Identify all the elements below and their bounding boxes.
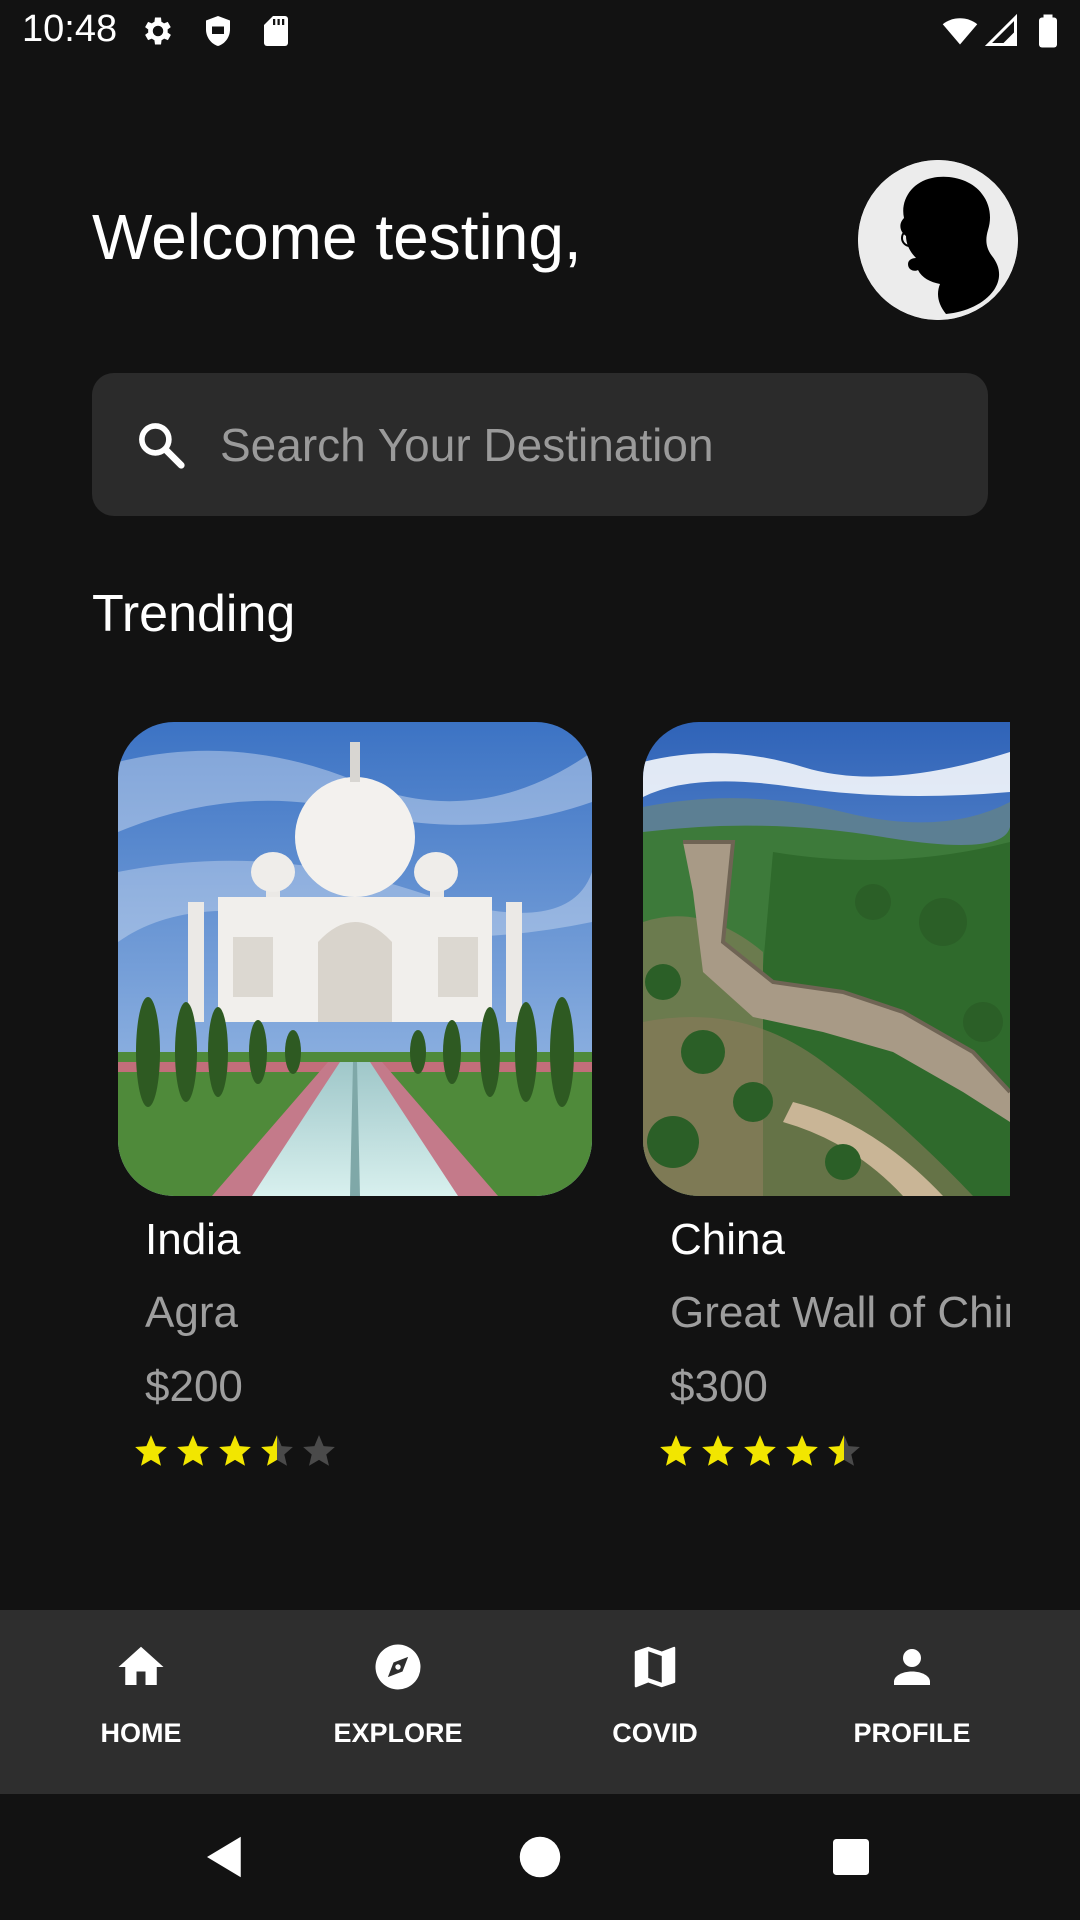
nav-item-covid[interactable]: COVID	[520, 1610, 790, 1794]
star-icon	[135, 1435, 167, 1466]
search-icon	[139, 423, 185, 469]
star-icon	[660, 1435, 692, 1466]
home-circle-icon[interactable]	[513, 1830, 567, 1884]
star-icon	[828, 1435, 860, 1466]
star-icon	[219, 1435, 251, 1466]
star-icon	[744, 1435, 776, 1466]
gear-icon	[145, 17, 171, 45]
map-icon	[634, 1646, 676, 1688]
search-input[interactable]	[220, 373, 960, 516]
star-rating	[132, 1432, 352, 1476]
avatar-silhouette-image	[858, 160, 1018, 320]
sd-card-icon	[264, 16, 288, 46]
nav-label: EXPLORE	[333, 1718, 463, 1748]
bottom-navigation: HOME EXPLORE COVID PROFILE	[0, 1610, 1080, 1794]
signal-icon	[984, 13, 1017, 46]
nav-label: PROFILE	[853, 1718, 971, 1748]
home-icon	[118, 1646, 164, 1685]
star-rating	[657, 1432, 877, 1476]
card-place: Great Wall of China	[670, 1288, 1010, 1337]
nav-item-home[interactable]: HOME	[6, 1610, 276, 1794]
welcome-title: Welcome testing,	[92, 201, 582, 273]
star-icon	[702, 1435, 734, 1466]
status-time: 10:48	[22, 8, 118, 50]
nav-label: HOME	[100, 1718, 182, 1748]
star-icon	[177, 1435, 209, 1466]
star-icon	[303, 1435, 335, 1466]
taj-mahal-illustration	[118, 722, 592, 1196]
nav-label: COVID	[612, 1718, 698, 1748]
wifi-icon	[942, 18, 978, 45]
nav-item-explore[interactable]: EXPLORE	[263, 1610, 533, 1794]
card-country: China	[670, 1215, 785, 1264]
status-bar: 10:48	[0, 0, 1080, 64]
compass-icon	[375, 1644, 421, 1690]
recents-icon[interactable]	[824, 1830, 878, 1884]
taj-mahal-image[interactable]	[118, 722, 592, 1196]
great-wall-image[interactable]	[643, 722, 1010, 1196]
trending-card-list[interactable]: India Agra $200 China Great Wall of Chi …	[0, 722, 1010, 1482]
card-price: $300	[670, 1362, 768, 1411]
search-bar[interactable]	[92, 373, 988, 516]
person-icon	[894, 1649, 930, 1685]
card-place: Agra	[145, 1288, 238, 1337]
battery-icon	[1039, 14, 1057, 48]
nav-item-profile[interactable]: PROFILE	[777, 1610, 1047, 1794]
great-wall-illustration	[643, 722, 1010, 1196]
star-icon	[786, 1435, 818, 1466]
card-price: $200	[145, 1362, 243, 1411]
card-country: India	[145, 1215, 241, 1264]
back-icon[interactable]	[198, 1830, 252, 1884]
star-icon	[261, 1435, 293, 1466]
avatar[interactable]	[858, 160, 1018, 320]
system-navigation-bar	[0, 1794, 1080, 1920]
trending-title: Trending	[92, 585, 296, 643]
shield-icon	[206, 16, 230, 46]
app-screen: 10:48 Welcome testing, Search Your Desti…	[0, 0, 1080, 1920]
